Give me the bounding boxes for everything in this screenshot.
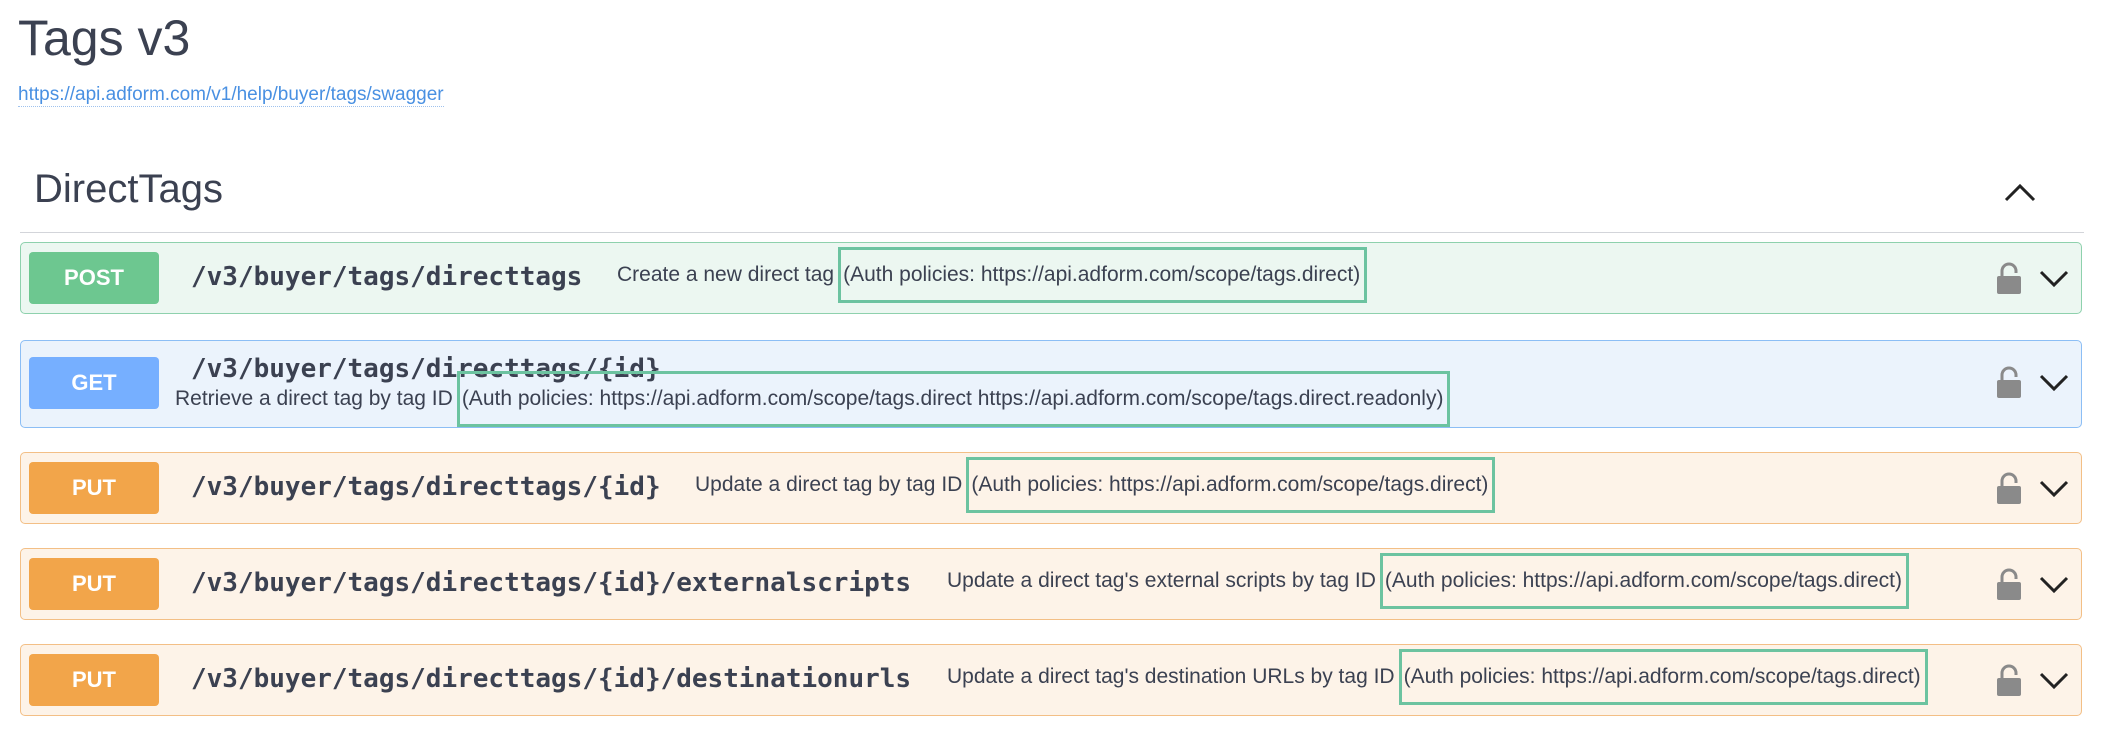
method-badge: POST — [29, 252, 159, 304]
chevron-down-icon[interactable] — [2037, 663, 2071, 697]
operation-summary: Update a direct tag's destination URLs b… — [947, 649, 1928, 705]
operation-summary: Create a new direct tag (Auth policies: h… — [617, 247, 1368, 303]
method-badge: GET — [29, 357, 159, 409]
operation-summary: Retrieve a direct tag by tag ID (Auth pol… — [175, 371, 1451, 427]
operation-summary: Update a direct tag by tag ID (Auth polic… — [695, 457, 1496, 513]
spec-url-link[interactable]: https://api.adform.com/v1/help/buyer/tag… — [18, 84, 444, 107]
operation-description: Update a direct tag's external scripts b… — [947, 569, 1376, 592]
section-title: DirectTags — [34, 167, 223, 211]
auth-policies: (Auth policies: https://api.adform.com/s… — [1398, 649, 1928, 705]
method-badge: PUT — [29, 654, 159, 706]
operation-path: /v3/buyer/tags/directtags/{id} — [191, 472, 661, 502]
operation-description: Update a direct tag by tag ID — [695, 473, 963, 496]
lock-icon[interactable] — [1995, 471, 2023, 505]
lock-icon[interactable] — [1995, 261, 2023, 295]
auth-policies: (Auth policies: https://api.adform.com/s… — [966, 457, 1496, 513]
operation-description: Create a new direct tag — [617, 263, 835, 286]
auth-policies: (Auth policies: https://api.adform.com/s… — [838, 247, 1368, 303]
chevron-down-icon[interactable] — [2037, 567, 2071, 601]
operation-get-directtag-by-id[interactable]: GET /v3/buyer/tags/directtags/{id} Retri… — [20, 340, 2082, 428]
lock-icon[interactable] — [1995, 365, 2023, 399]
chevron-down-icon[interactable] — [2037, 261, 2071, 295]
swagger-page: Tags v3 https://api.adform.com/v1/help/b… — [0, 0, 2104, 736]
page-title: Tags v3 — [18, 10, 191, 66]
operation-summary: Update a direct tag's external scripts b… — [947, 553, 1909, 609]
auth-policies: (Auth policies: https://api.adform.com/s… — [456, 371, 1451, 427]
chevron-up-icon[interactable] — [2000, 172, 2040, 212]
section-header-directtags[interactable]: DirectTags — [20, 150, 2084, 233]
method-badge: PUT — [29, 558, 159, 610]
lock-icon[interactable] — [1995, 663, 2023, 697]
operation-path: /v3/buyer/tags/directtags/{id}/destinati… — [191, 664, 912, 694]
lock-icon[interactable] — [1995, 567, 2023, 601]
operation-description: Update a direct tag's destination URLs b… — [947, 665, 1395, 688]
operation-post-directtags[interactable]: POST /v3/buyer/tags/directtags Create a … — [20, 242, 2082, 314]
operation-put-directtag-by-id[interactable]: PUT /v3/buyer/tags/directtags/{id} Updat… — [20, 452, 2082, 524]
operation-description: Retrieve a direct tag by tag ID — [175, 387, 453, 410]
operation-put-externalscripts[interactable]: PUT /v3/buyer/tags/directtags/{id}/exter… — [20, 548, 2082, 620]
method-badge: PUT — [29, 462, 159, 514]
operation-path: /v3/buyer/tags/directtags/{id}/externals… — [191, 568, 912, 598]
auth-policies: (Auth policies: https://api.adform.com/s… — [1379, 553, 1909, 609]
operation-path: /v3/buyer/tags/directtags — [191, 262, 583, 292]
chevron-down-icon[interactable] — [2037, 365, 2071, 399]
operation-put-destinationurls[interactable]: PUT /v3/buyer/tags/directtags/{id}/desti… — [20, 644, 2082, 716]
chevron-down-icon[interactable] — [2037, 471, 2071, 505]
